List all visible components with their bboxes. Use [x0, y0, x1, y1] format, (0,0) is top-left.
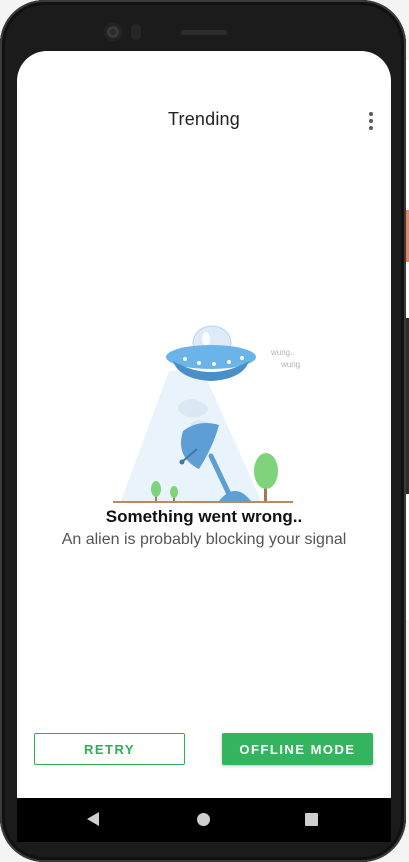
dome-highlight [202, 332, 210, 346]
ufo-light [183, 357, 187, 361]
app-screen: Trending wung.. wung Something went wron… [17, 51, 391, 798]
device-stage: Trending wung.. wung Something went wron… [0, 0, 409, 862]
tall-tree [254, 453, 278, 489]
phone-frame: Trending wung.. wung Something went wron… [0, 0, 406, 862]
more-dot [369, 112, 373, 116]
front-camera [104, 23, 122, 41]
more-dot [369, 126, 373, 130]
wung-caption-1: wung.. [270, 348, 295, 357]
earpiece-speaker [181, 30, 227, 35]
home-circle-icon[interactable] [197, 813, 210, 826]
recents-square-icon[interactable] [305, 813, 318, 826]
back-triangle-icon[interactable] [87, 812, 99, 826]
offline-mode-button[interactable]: OFFLINE MODE [222, 733, 373, 765]
more-options-icon[interactable] [361, 109, 381, 133]
small-tree [170, 486, 178, 498]
ufo-light [227, 360, 231, 364]
app-bar: Trending [17, 101, 391, 141]
ufo-light [197, 361, 201, 365]
wung-caption-2: wung.. [280, 360, 301, 369]
error-title: Something went wrong.. [105, 507, 303, 526]
retry-button[interactable]: RETRY [34, 733, 185, 765]
proximity-sensor [131, 24, 141, 40]
error-subtitle: An alien is probably blocking your signa… [61, 531, 347, 548]
system-navigation-bar [17, 798, 391, 842]
page-title: Trending [168, 109, 240, 129]
ufo-light [212, 362, 216, 366]
ufo-light [240, 356, 244, 360]
more-dot [369, 119, 373, 123]
dish-antenna-tip [179, 459, 185, 465]
small-tree [151, 481, 161, 497]
ufo-error-illustration: wung.. wung.. [113, 325, 301, 503]
